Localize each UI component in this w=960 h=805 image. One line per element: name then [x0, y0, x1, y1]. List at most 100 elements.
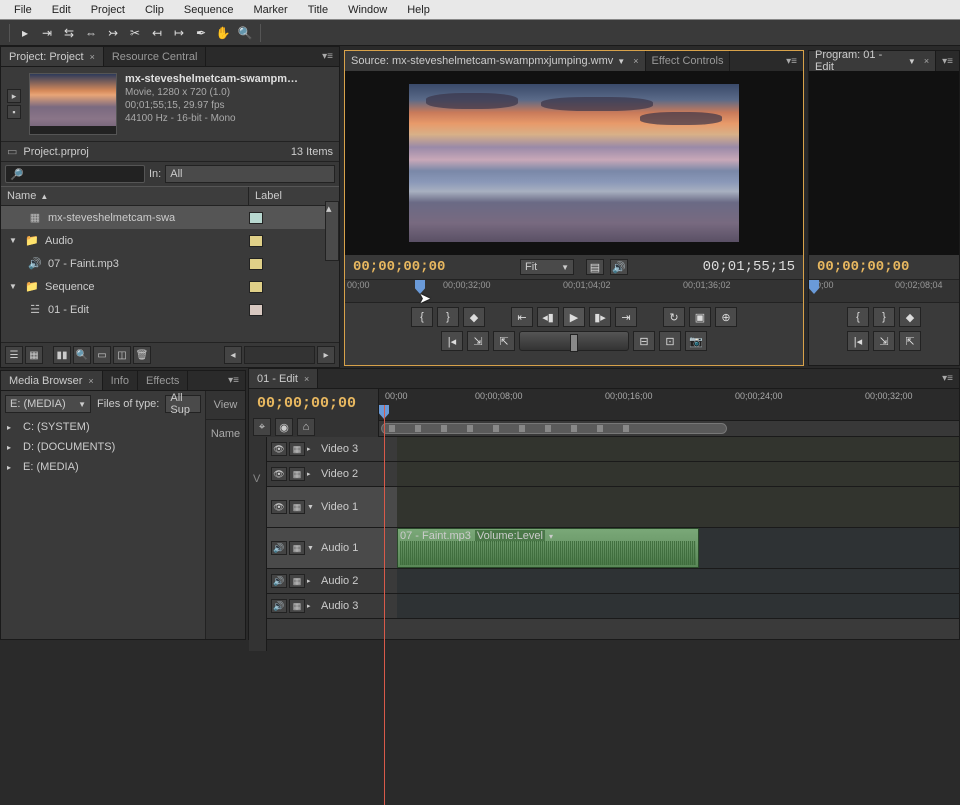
- track-name[interactable]: Audio 2: [317, 575, 393, 587]
- rolling-edit-tool-icon[interactable]: ⇔: [81, 23, 101, 43]
- close-icon[interactable]: ×: [88, 376, 93, 386]
- lift-icon[interactable]: ⊟: [633, 331, 655, 351]
- scrollbar[interactable]: ▴: [325, 201, 339, 261]
- timeline-ruler[interactable]: 00;00 00;00;08;00 00;00;16;00 00;00;24;0…: [379, 389, 959, 421]
- set-marker-icon[interactable]: ◆: [463, 307, 485, 327]
- set-marker-icon[interactable]: ◆: [899, 307, 921, 327]
- menu-edit[interactable]: Edit: [42, 2, 81, 18]
- close-icon[interactable]: ×: [924, 56, 929, 66]
- menu-marker[interactable]: Marker: [243, 2, 297, 18]
- program-current-tc[interactable]: 00;00;00;00: [817, 259, 909, 275]
- scroll-right-icon[interactable]: ▸: [317, 346, 335, 364]
- label-swatch[interactable]: [249, 304, 263, 316]
- step-fwd-icon[interactable]: ▮▸: [589, 307, 611, 327]
- track-audio1[interactable]: 07 - Faint.mp3Volume:Level▾: [397, 528, 959, 568]
- tab-info[interactable]: Info: [103, 371, 138, 390]
- marker-icon[interactable]: ◉: [275, 418, 293, 436]
- panel-menu-icon[interactable]: ▾≡: [936, 373, 959, 384]
- label-swatch[interactable]: [249, 281, 263, 293]
- panel-menu-icon[interactable]: ▾≡: [780, 56, 803, 67]
- menu-help[interactable]: Help: [397, 2, 440, 18]
- tab-program[interactable]: Program: 01 - Edit▼×: [809, 51, 936, 71]
- snapshot-icon[interactable]: 📷: [685, 331, 707, 351]
- tab-source[interactable]: Source: mx-steveshelmetcam-swampmxjumpin…: [345, 51, 646, 71]
- toggle-speaker-icon[interactable]: 🔊: [271, 541, 287, 555]
- preview-stop-icon[interactable]: ▪: [7, 105, 21, 119]
- label-swatch[interactable]: [249, 235, 263, 247]
- mark-out-icon[interactable]: }: [873, 307, 895, 327]
- panel-menu-icon[interactable]: ▾≡: [316, 51, 339, 62]
- program-ruler[interactable]: 00;00 00;02;08;04: [809, 279, 959, 303]
- razor-tool-icon[interactable]: ✂: [125, 23, 145, 43]
- menu-window[interactable]: Window: [338, 2, 397, 18]
- track-video1[interactable]: [397, 487, 959, 527]
- play-icon[interactable]: ▶: [563, 307, 585, 327]
- toggle-lock-icon[interactable]: ▦: [289, 599, 305, 613]
- list-view-icon[interactable]: ☰: [5, 346, 23, 364]
- menu-clip[interactable]: Clip: [135, 2, 174, 18]
- track-audio2[interactable]: [397, 569, 959, 593]
- close-icon[interactable]: ×: [304, 374, 309, 384]
- drive-item[interactable]: ▸D: (DOCUMENTS): [1, 437, 205, 457]
- audio-clip[interactable]: 07 - Faint.mp3Volume:Level▾: [397, 528, 699, 568]
- new-item-icon[interactable]: ◫: [113, 346, 131, 364]
- toggle-lock-icon[interactable]: ▦: [289, 442, 305, 456]
- source-ruler[interactable]: 00;00 00;00;32;00 00;01;04;02 00;01;36;0…: [345, 279, 803, 303]
- safe-margins-icon[interactable]: ▣: [689, 307, 711, 327]
- slide-tool-icon[interactable]: ↦: [169, 23, 189, 43]
- go-prev-marker-icon[interactable]: |◂: [847, 331, 869, 351]
- menu-title[interactable]: Title: [298, 2, 338, 18]
- view-column[interactable]: View: [206, 391, 245, 419]
- track-name[interactable]: Audio 1: [317, 542, 393, 554]
- file-type-dropdown[interactable]: All Sup: [165, 395, 201, 413]
- loop-icon[interactable]: ↻: [663, 307, 685, 327]
- pen-tool-icon[interactable]: ✒: [191, 23, 211, 43]
- twist-open-icon[interactable]: ▼: [9, 236, 19, 245]
- dropdown-icon[interactable]: ▼: [908, 57, 918, 66]
- search-input[interactable]: 🔎: [5, 165, 145, 183]
- track-name[interactable]: Audio 3: [317, 600, 393, 612]
- track-audio3[interactable]: [397, 594, 959, 618]
- menu-sequence[interactable]: Sequence: [174, 2, 244, 18]
- audio-icon[interactable]: 🔊: [610, 259, 628, 275]
- track-video2[interactable]: [397, 462, 959, 486]
- list-item[interactable]: ▼📁Sequence: [1, 275, 339, 298]
- go-prev-marker-icon[interactable]: |◂: [441, 331, 463, 351]
- go-to-in-icon[interactable]: ⇤: [511, 307, 533, 327]
- playhead-icon[interactable]: [809, 280, 819, 294]
- tab-effects[interactable]: Effects: [138, 371, 188, 390]
- list-item[interactable]: ▦mx-steveshelmetcam-swa: [1, 206, 339, 229]
- panel-menu-icon[interactable]: ▾≡: [936, 56, 959, 67]
- toggle-eye-icon[interactable]: 👁: [271, 500, 287, 514]
- timeline-zoom-bar[interactable]: [379, 421, 959, 437]
- toggle-lock-icon[interactable]: ▦: [289, 574, 305, 588]
- list-item[interactable]: ▼📁Audio: [1, 229, 339, 252]
- tab-media-browser[interactable]: Media Browser×: [1, 371, 103, 390]
- drive-item[interactable]: ▸E: (MEDIA): [1, 457, 205, 477]
- dropdown-icon[interactable]: ▼: [617, 57, 627, 66]
- label-swatch[interactable]: [249, 212, 263, 224]
- extract-icon[interactable]: ⊡: [659, 331, 681, 351]
- drive-item[interactable]: ▸C: (SYSTEM): [1, 417, 205, 437]
- tab-effect-controls[interactable]: Effect Controls: [646, 51, 731, 71]
- twist-open-icon[interactable]: ▼: [307, 504, 315, 511]
- new-bin-icon[interactable]: ▭: [93, 346, 111, 364]
- mark-in-icon[interactable]: {: [847, 307, 869, 327]
- go-to-out-icon[interactable]: ⇥: [615, 307, 637, 327]
- step-back-icon[interactable]: ◂▮: [537, 307, 559, 327]
- find-icon[interactable]: 🔍: [73, 346, 91, 364]
- tab-project[interactable]: Project: Project×: [1, 47, 104, 66]
- track-name[interactable]: Video 1: [317, 501, 393, 513]
- scroll-left-icon[interactable]: ◂: [224, 346, 242, 364]
- list-item[interactable]: ☱01 - Edit: [1, 298, 339, 321]
- tab-resource-central[interactable]: Resource Central: [104, 47, 207, 66]
- twist-open-icon[interactable]: ▼: [9, 282, 19, 291]
- toggle-lock-icon[interactable]: ▦: [289, 541, 305, 555]
- mark-out-icon[interactable]: }: [437, 307, 459, 327]
- encore-marker-icon[interactable]: ⌂: [297, 418, 315, 436]
- list-item[interactable]: 🔊07 - Faint.mp3: [1, 252, 339, 275]
- export-frame-icon[interactable]: ⊕: [715, 307, 737, 327]
- selection-tool-icon[interactable]: ▸: [15, 23, 35, 43]
- snap-icon[interactable]: ⌖: [253, 418, 271, 436]
- output-icon[interactable]: ▤: [586, 259, 604, 275]
